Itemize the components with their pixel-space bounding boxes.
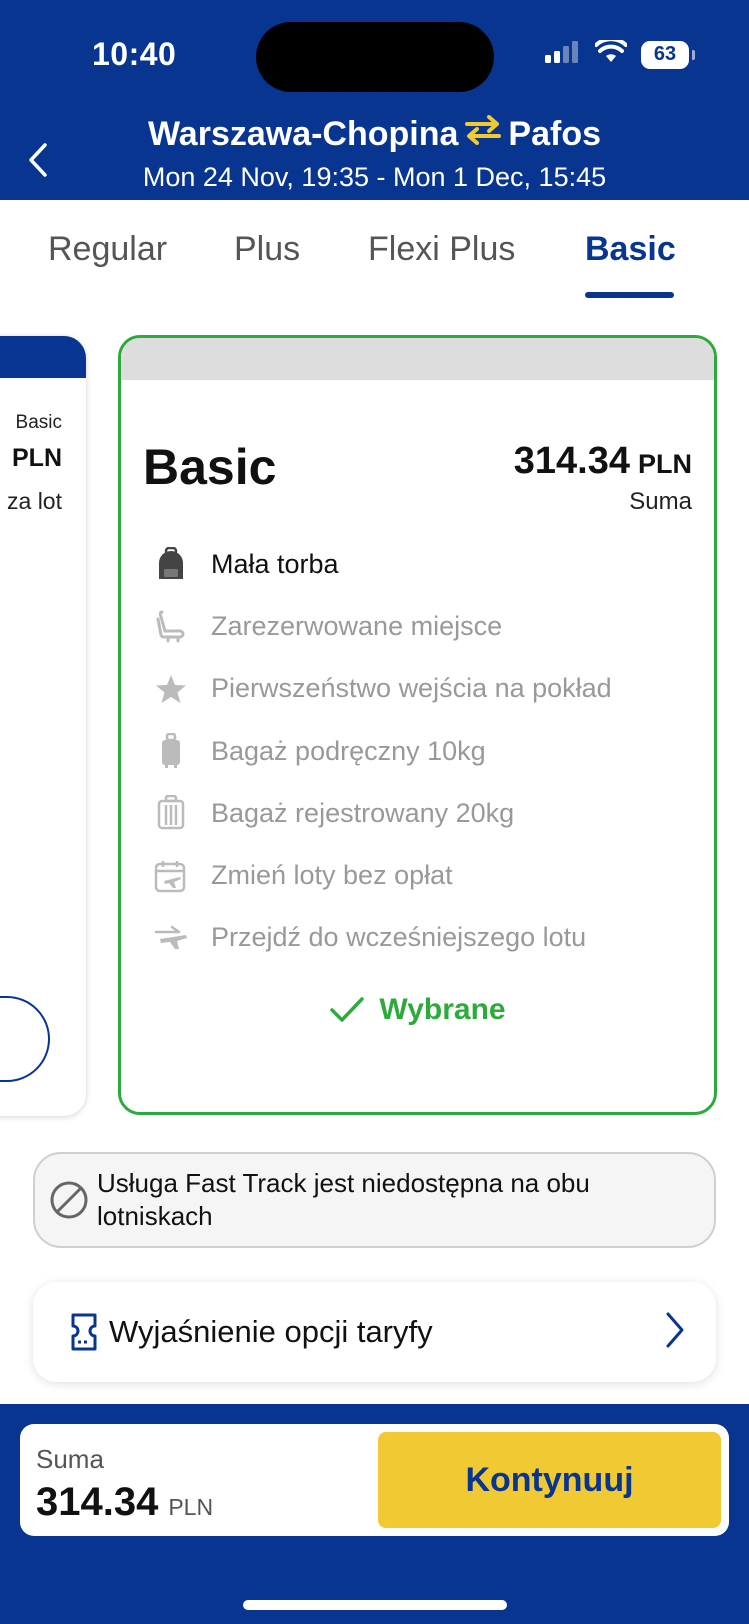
signal-icon: [545, 41, 581, 68]
card-header-bar: [0, 336, 86, 378]
feature-label: Zarezerwowane miejsce: [211, 610, 503, 641]
tab-flexi-plus[interactable]: Flexi Plus: [368, 230, 515, 269]
card-header-bar: [121, 338, 714, 380]
feature-label: Przejdź do wcześniejszego lotu: [211, 922, 587, 953]
fare-name: Basic: [15, 412, 62, 433]
battery-indicator: 63: [641, 40, 695, 69]
origin-name: Warszawa-Chopina: [147, 115, 459, 153]
feature-item: Zarezerwowane miejsce: [151, 595, 691, 657]
cabin-bag-icon: [151, 731, 191, 771]
checkout-panel: Suma 314.34 PLN Kontynuuj: [20, 1424, 729, 1536]
plane-swap-icon: [151, 918, 191, 958]
fare-per-flight: za lot: [7, 488, 62, 514]
total-label: Suma: [36, 1444, 104, 1474]
price-currency: PLN: [638, 449, 692, 479]
total-price: 314.34 PLN: [36, 1480, 213, 1525]
destination-name: Pafos: [508, 115, 602, 153]
selected-status: Wybrane: [121, 993, 714, 1027]
fast-track-notice: Usługa Fast Track jest niedostępna na ob…: [33, 1152, 716, 1248]
calendar-plane-icon: [151, 856, 191, 896]
selected-fare-card[interactable]: Basic 314.34 PLN Suma Mała torba Zarezer…: [118, 335, 717, 1115]
feature-label: Pierwszeństwo wejścia na pokład: [211, 673, 612, 704]
prohibited-icon: [50, 1181, 88, 1219]
active-tab-indicator: [585, 292, 674, 298]
route-title: Warszawa-Chopina Pafos: [0, 115, 749, 154]
tab-basic[interactable]: Basic: [585, 230, 676, 269]
feature-label: Mała torba: [211, 548, 339, 579]
seat-icon: [151, 606, 191, 646]
price-amount: 314.34: [513, 440, 630, 482]
continue-button[interactable]: Kontynuuj: [378, 1432, 721, 1528]
select-fare-button[interactable]: [0, 996, 50, 1082]
home-indicator: [243, 1600, 507, 1610]
backpack-icon: [151, 544, 191, 584]
status-icons: 63: [545, 37, 695, 69]
feature-item: Bagaż rejestrowany 20kg: [151, 782, 691, 844]
fare-features: Mała torba Zarezerwowane miejsce Pierwsz…: [151, 533, 691, 969]
explain-label: Wyjaśnienie opcji taryfy: [109, 1314, 433, 1349]
feature-item: Przejdź do wcześniejszego lotu: [151, 907, 691, 969]
feature-item: Zmień loty bez opłat: [151, 844, 691, 906]
wifi-icon: [594, 37, 628, 69]
ticket-icon: [71, 1313, 97, 1351]
feature-label: Bagaż rejestrowany 20kg: [211, 797, 515, 828]
feature-label: Zmień loty bez opłat: [211, 860, 453, 891]
checkout-bar: Suma 314.34 PLN Kontynuuj: [0, 1404, 749, 1624]
tab-plus[interactable]: Plus: [234, 230, 300, 269]
feature-item: Pierwszeństwo wejścia na pokład: [151, 658, 691, 720]
checkmark-icon: [330, 997, 365, 1022]
previous-fare-card[interactable]: Basic PLN za lot: [0, 336, 86, 1116]
app-header: 10:40 63 Warszawa-Chopina Pafos Mon 24 N…: [0, 0, 749, 200]
feature-label: Bagaż podręczny 10kg: [211, 735, 486, 766]
selected-label: Wybrane: [379, 993, 506, 1026]
status-time: 10:40: [92, 36, 177, 72]
fare-tabs: Regular Plus Flexi Plus Basic: [0, 200, 749, 305]
total-currency: PLN: [168, 1494, 214, 1520]
total-amount: 314.34: [36, 1480, 159, 1524]
notice-text: Usługa Fast Track jest niedostępna na ob…: [97, 1168, 590, 1231]
tab-regular[interactable]: Regular: [48, 230, 167, 269]
swap-arrows-icon: [464, 115, 502, 154]
chevron-right-icon: [666, 1312, 684, 1348]
price-caption: Suma: [629, 488, 692, 515]
feature-item: Bagaż podręczny 10kg: [151, 720, 691, 782]
feature-item: Mała torba: [151, 533, 691, 595]
checked-bag-icon: [151, 793, 191, 833]
fare-currency: PLN: [12, 444, 62, 472]
fare-price: 314.34 PLN: [514, 440, 692, 483]
trip-dates: Mon 24 Nov, 19:35 - Mon 1 Dec, 15:45: [142, 162, 607, 192]
fare-name: Basic: [143, 439, 277, 495]
dynamic-island: [256, 22, 494, 92]
fare-options-explanation-button[interactable]: Wyjaśnienie opcji taryfy: [33, 1282, 716, 1382]
star-icon: [151, 669, 191, 709]
